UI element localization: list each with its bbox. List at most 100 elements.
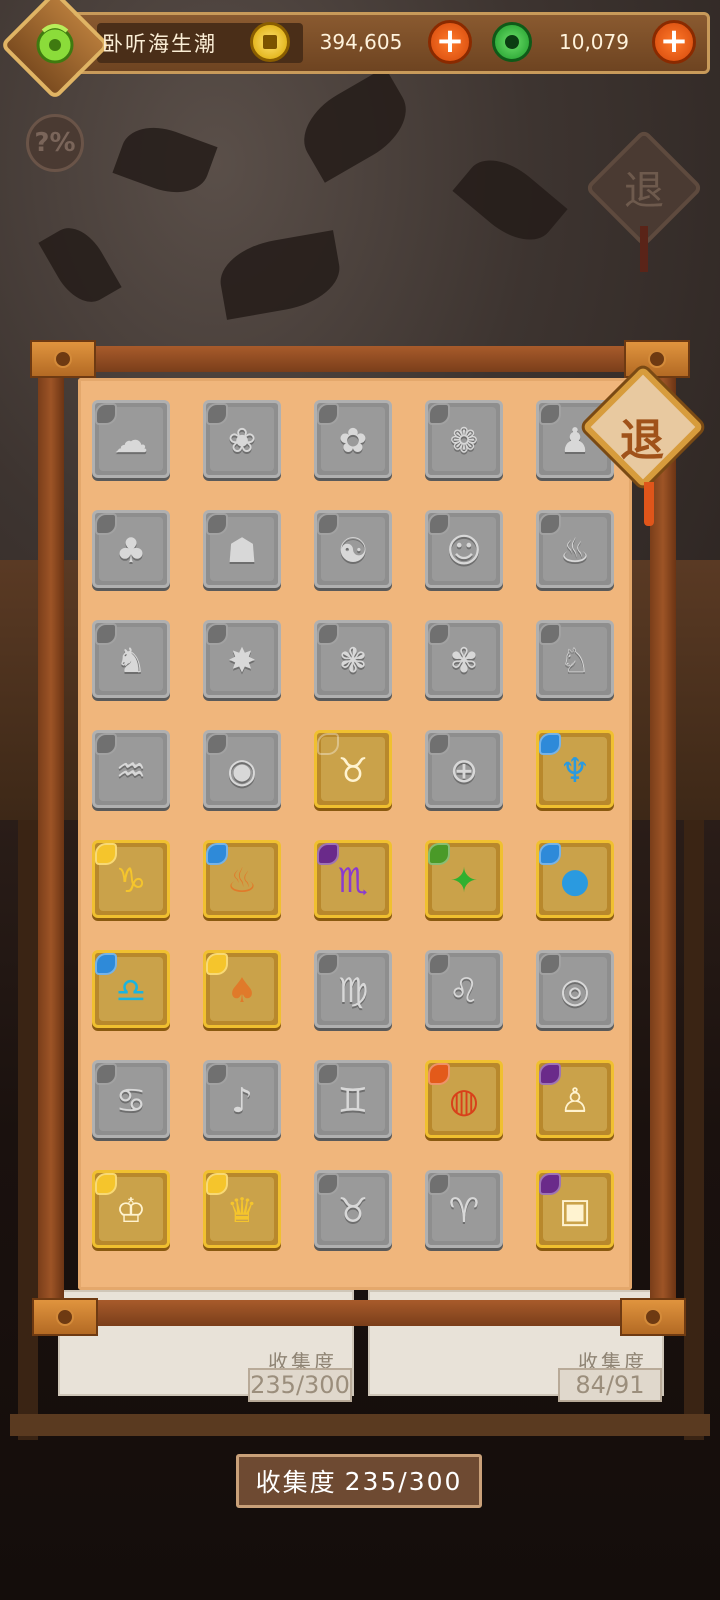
exit-button-label[interactable]: 退 xyxy=(604,404,680,468)
collection-card[interactable]: ☗ xyxy=(203,510,281,588)
frame-top-bar xyxy=(60,346,660,372)
card-character-icon: ♒ xyxy=(115,751,147,791)
collection-card[interactable]: ♙ xyxy=(536,1060,614,1138)
jade-coin-icon xyxy=(492,22,532,62)
collection-card[interactable]: ♨ xyxy=(536,510,614,588)
collection-card[interactable]: ♪ xyxy=(203,1060,281,1138)
collection-card[interactable]: ◎ xyxy=(536,950,614,1028)
collection-card[interactable]: ✸ xyxy=(203,620,281,698)
collection-card[interactable]: ❃ xyxy=(314,620,392,698)
collection-card[interactable]: ♋ xyxy=(92,1060,170,1138)
collection-card[interactable]: ♈ xyxy=(425,1170,503,1248)
card-character-icon: ❃ xyxy=(338,641,368,681)
collection-card[interactable]: ☯ xyxy=(314,510,392,588)
collection-card[interactable]: ✦ xyxy=(425,840,503,918)
card-character-icon: ♍ xyxy=(337,971,369,1011)
avatar[interactable] xyxy=(30,18,80,68)
card-character-icon: ♪ xyxy=(231,1081,253,1121)
frame-corner xyxy=(32,1298,98,1336)
collection-progress-value: 235/300 xyxy=(344,1466,463,1496)
collection-card[interactable]: ♉ xyxy=(314,1170,392,1248)
collection-progress: 收集度 235/300 xyxy=(236,1454,482,1508)
collection-grid: ☁ ❀ ✿ ❁ ♟ ♣ ☗ ☯ ☺ ♨ ♞ ✸ ❃ ✾ ♘ ♒ ◉ ♉ ⊕ ♆ ♑ ♨ ♏ ✦ ● ♎ ♠ ♍ ♌ ◎ ♋ ♪ ♊ ◍ ♙ ♔ ♛ ♉ ♈ ▣ xyxy=(92,400,624,1248)
card-character-icon: ♣ xyxy=(115,531,147,571)
player-name: 卧听海生潮 xyxy=(102,32,217,56)
card-character-icon: ☁ xyxy=(114,421,148,461)
bg-shelf-post xyxy=(684,820,704,1440)
card-character-icon: ♈ xyxy=(448,1191,480,1231)
add-jade-button[interactable]: + xyxy=(652,20,696,64)
card-character-icon: ♔ xyxy=(115,1191,147,1231)
collection-card[interactable]: ⊕ xyxy=(425,730,503,808)
card-character-icon: ♉ xyxy=(337,1191,369,1231)
collection-card[interactable]: ♆ xyxy=(536,730,614,808)
collection-card[interactable]: ✿ xyxy=(314,400,392,478)
card-character-icon: ⊕ xyxy=(449,751,479,791)
collection-card[interactable]: ☁ xyxy=(92,400,170,478)
card-character-icon: ◎ xyxy=(560,971,590,1011)
collection-card[interactable]: ♒ xyxy=(92,730,170,808)
frame-corner xyxy=(624,340,690,378)
help-button[interactable]: ?% xyxy=(26,114,84,172)
card-character-icon: ● xyxy=(560,861,590,901)
collection-card[interactable]: ♛ xyxy=(203,1170,281,1248)
collection-card[interactable]: ♘ xyxy=(536,620,614,698)
collection-card[interactable]: ♞ xyxy=(92,620,170,698)
card-character-icon: ✸ xyxy=(227,641,257,681)
collection-card[interactable]: ✾ xyxy=(425,620,503,698)
card-character-icon: ♘ xyxy=(559,641,591,681)
collection-card[interactable]: ♍ xyxy=(314,950,392,1028)
card-character-icon: ♎ xyxy=(115,971,147,1011)
collection-card[interactable]: ♎ xyxy=(92,950,170,1028)
collection-card[interactable]: ♑ xyxy=(92,840,170,918)
exit-tassel xyxy=(644,482,654,526)
collection-card[interactable]: ♉ xyxy=(314,730,392,808)
bg-tassel xyxy=(640,226,648,272)
card-character-icon: ♠ xyxy=(226,971,258,1011)
collection-card[interactable]: ♏ xyxy=(314,840,392,918)
collection-card[interactable]: ❀ xyxy=(203,400,281,478)
jade-coin-amount: 10,079 xyxy=(559,30,629,54)
add-gold-button[interactable]: + xyxy=(428,20,472,64)
gold-coin-amount: 394,605 xyxy=(319,30,403,54)
card-character-icon: ♏ xyxy=(337,861,369,901)
collection-card[interactable]: ◍ xyxy=(425,1060,503,1138)
card-character-icon: ♊ xyxy=(337,1081,369,1121)
bg-shelf-board xyxy=(10,1414,710,1436)
card-character-icon: ☯ xyxy=(337,531,369,571)
collection-card[interactable]: ♊ xyxy=(314,1060,392,1138)
collection-progress-label: 收集度 xyxy=(255,1468,337,1497)
frame-bottom-bar xyxy=(60,1300,660,1326)
frame-post-left xyxy=(38,350,64,1310)
card-character-icon: ♨ xyxy=(226,861,258,901)
collection-card[interactable]: ♣ xyxy=(92,510,170,588)
bg-collection-count: 235/300 xyxy=(248,1368,352,1402)
collection-card[interactable]: ♨ xyxy=(203,840,281,918)
bg-exit-sign-label: 退 xyxy=(624,168,664,214)
card-character-icon: ◍ xyxy=(449,1081,479,1121)
card-character-icon: ♛ xyxy=(226,1191,258,1231)
collection-card[interactable]: ◉ xyxy=(203,730,281,808)
collection-card[interactable]: ☺ xyxy=(425,510,503,588)
card-character-icon: ✦ xyxy=(449,861,479,901)
collection-card[interactable]: ● xyxy=(536,840,614,918)
card-character-icon: ♨ xyxy=(559,531,591,571)
collection-card[interactable]: ▣ xyxy=(536,1170,614,1248)
card-character-icon: ♑ xyxy=(115,861,147,901)
card-character-icon: ♞ xyxy=(115,641,147,681)
card-character-icon: ♙ xyxy=(559,1081,591,1121)
card-character-icon: ♉ xyxy=(337,751,369,791)
card-character-icon: ☺ xyxy=(446,531,482,571)
bg-shelf-post xyxy=(18,820,38,1440)
card-character-icon: ❁ xyxy=(449,421,479,461)
collection-card[interactable]: ♔ xyxy=(92,1170,170,1248)
gold-coin-icon xyxy=(250,22,290,62)
collection-card[interactable]: ♠ xyxy=(203,950,281,1028)
collection-card[interactable]: ♌ xyxy=(425,950,503,1028)
card-character-icon: ◉ xyxy=(227,751,257,791)
frame-corner xyxy=(30,340,96,378)
card-character-icon: ✿ xyxy=(338,421,368,461)
card-character-icon: ❀ xyxy=(227,421,257,461)
collection-card[interactable]: ❁ xyxy=(425,400,503,478)
jade-ring-icon xyxy=(36,24,74,64)
